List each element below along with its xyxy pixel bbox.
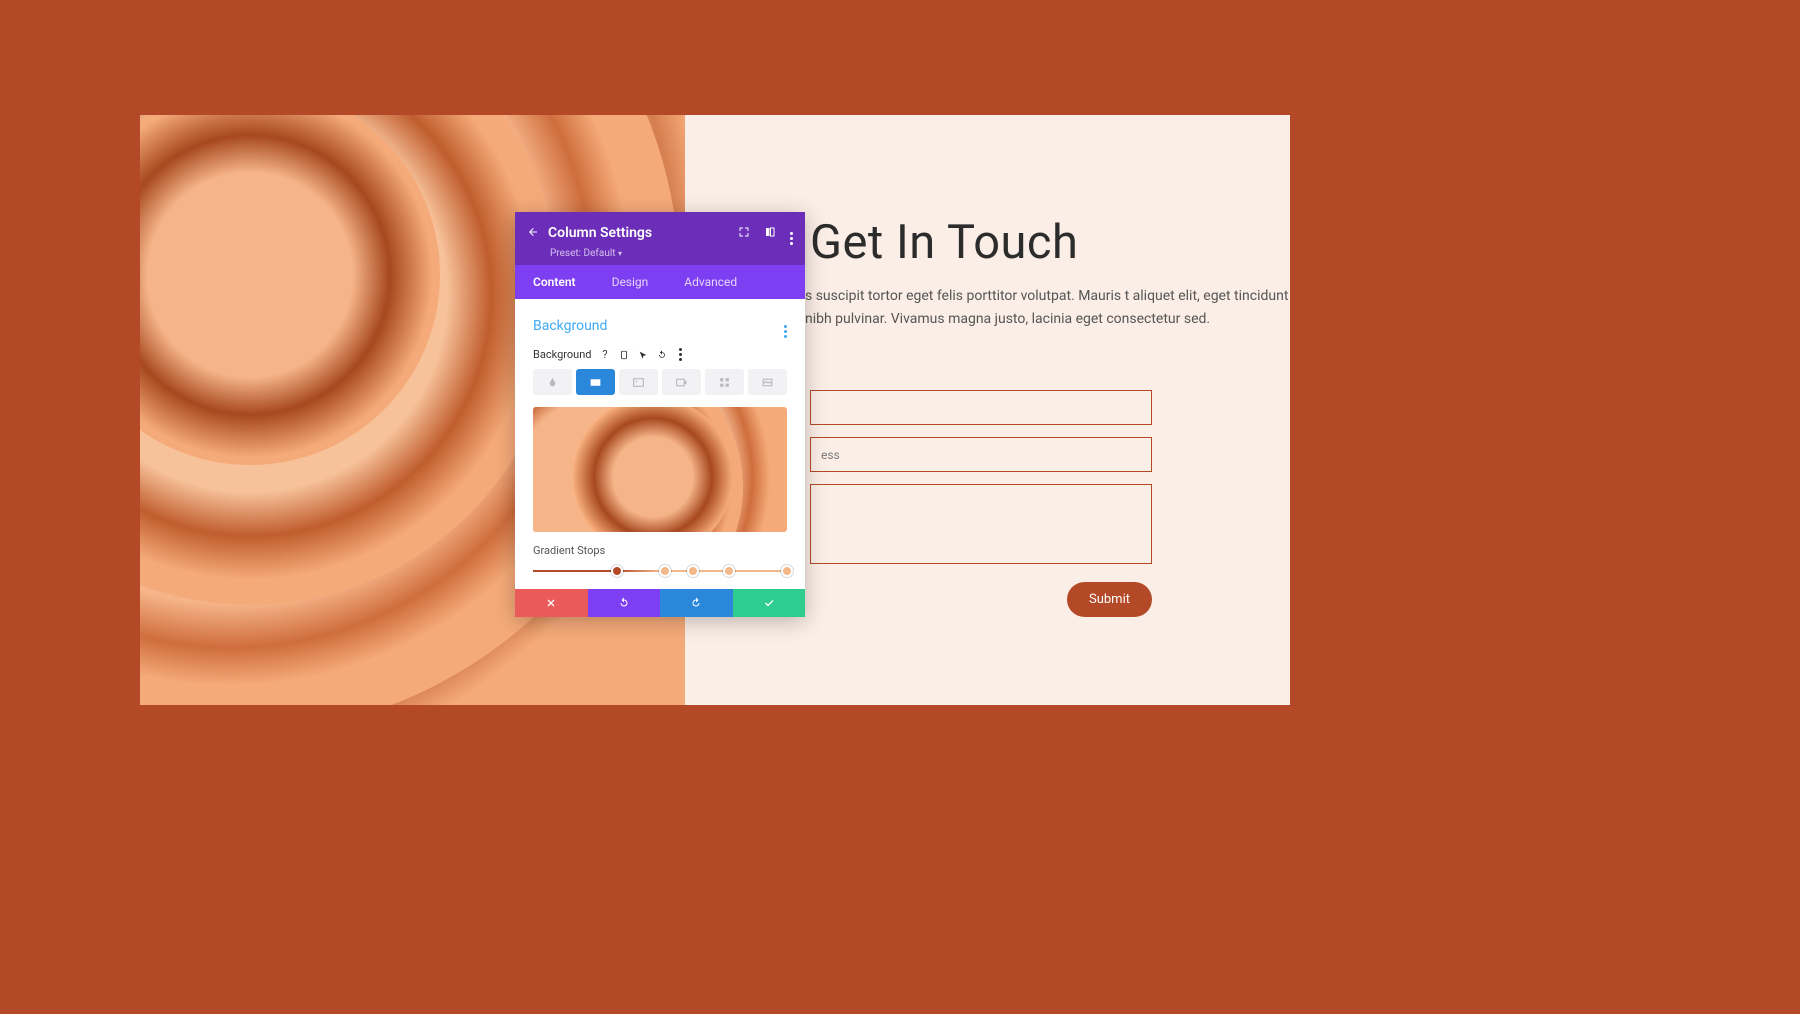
bg-type-image[interactable] (619, 369, 658, 395)
tab-design[interactable]: Design (594, 265, 667, 299)
bg-type-gradient[interactable] (576, 369, 615, 395)
gradient-stop[interactable] (611, 565, 623, 577)
gradient-stops-track[interactable] (533, 565, 787, 577)
redo-button[interactable] (660, 589, 733, 617)
modal-body: Background Background ? Gradient Stops (515, 299, 805, 589)
name-field[interactable] (810, 390, 1152, 425)
help-icon[interactable]: ? (599, 349, 610, 360)
more-icon[interactable] (790, 220, 793, 245)
field-label: Background (533, 348, 591, 361)
page-title: Get In Touch (810, 215, 1270, 270)
gradient-stop[interactable] (659, 565, 671, 577)
background-field-row: Background ? (533, 348, 787, 361)
save-button[interactable] (733, 589, 806, 617)
modal-footer (515, 589, 805, 617)
tablet-icon[interactable] (618, 349, 629, 360)
gradient-stops-label: Gradient Stops (533, 544, 787, 557)
reset-icon[interactable] (656, 349, 667, 360)
preset-label[interactable]: Preset: Default ▾ (550, 248, 793, 259)
hover-icon[interactable] (637, 349, 648, 360)
gradient-stop[interactable] (781, 565, 793, 577)
bg-type-color[interactable] (533, 369, 572, 395)
undo-button[interactable] (588, 589, 661, 617)
modal-title: Column Settings (548, 225, 652, 241)
modal-header: Column Settings Preset: Default ▾ (515, 212, 805, 265)
contact-form: ess Submit (810, 390, 1270, 564)
section-title[interactable]: Background (533, 318, 607, 334)
gradient-stop[interactable] (687, 565, 699, 577)
gradient-preview (533, 407, 787, 532)
tab-content[interactable]: Content (515, 265, 594, 299)
bg-type-pattern[interactable] (705, 369, 744, 395)
email-field[interactable]: ess (810, 437, 1152, 472)
tab-advanced[interactable]: Advanced (666, 265, 755, 299)
expand-icon[interactable] (738, 223, 750, 242)
submit-button[interactable]: Submit (1067, 582, 1152, 617)
cancel-button[interactable] (515, 589, 588, 617)
gradient-stop[interactable] (723, 565, 735, 577)
right-column: Get In Touch s suscipit tortor eget feli… (810, 215, 1270, 617)
field-more-icon[interactable] (675, 349, 686, 360)
section-more-icon[interactable] (784, 313, 787, 338)
bg-type-video[interactable] (662, 369, 701, 395)
snap-icon[interactable] (764, 223, 776, 242)
bg-type-mask[interactable] (748, 369, 787, 395)
back-icon[interactable] (527, 223, 539, 242)
body-text: s suscipit tortor eget felis porttitor v… (805, 285, 1290, 331)
bg-type-selector (533, 369, 787, 395)
modal-tabs: Content Design Advanced (515, 265, 805, 299)
column-settings-modal: Column Settings Preset: Default ▾ Conten… (515, 212, 805, 617)
message-field[interactable] (810, 484, 1152, 564)
